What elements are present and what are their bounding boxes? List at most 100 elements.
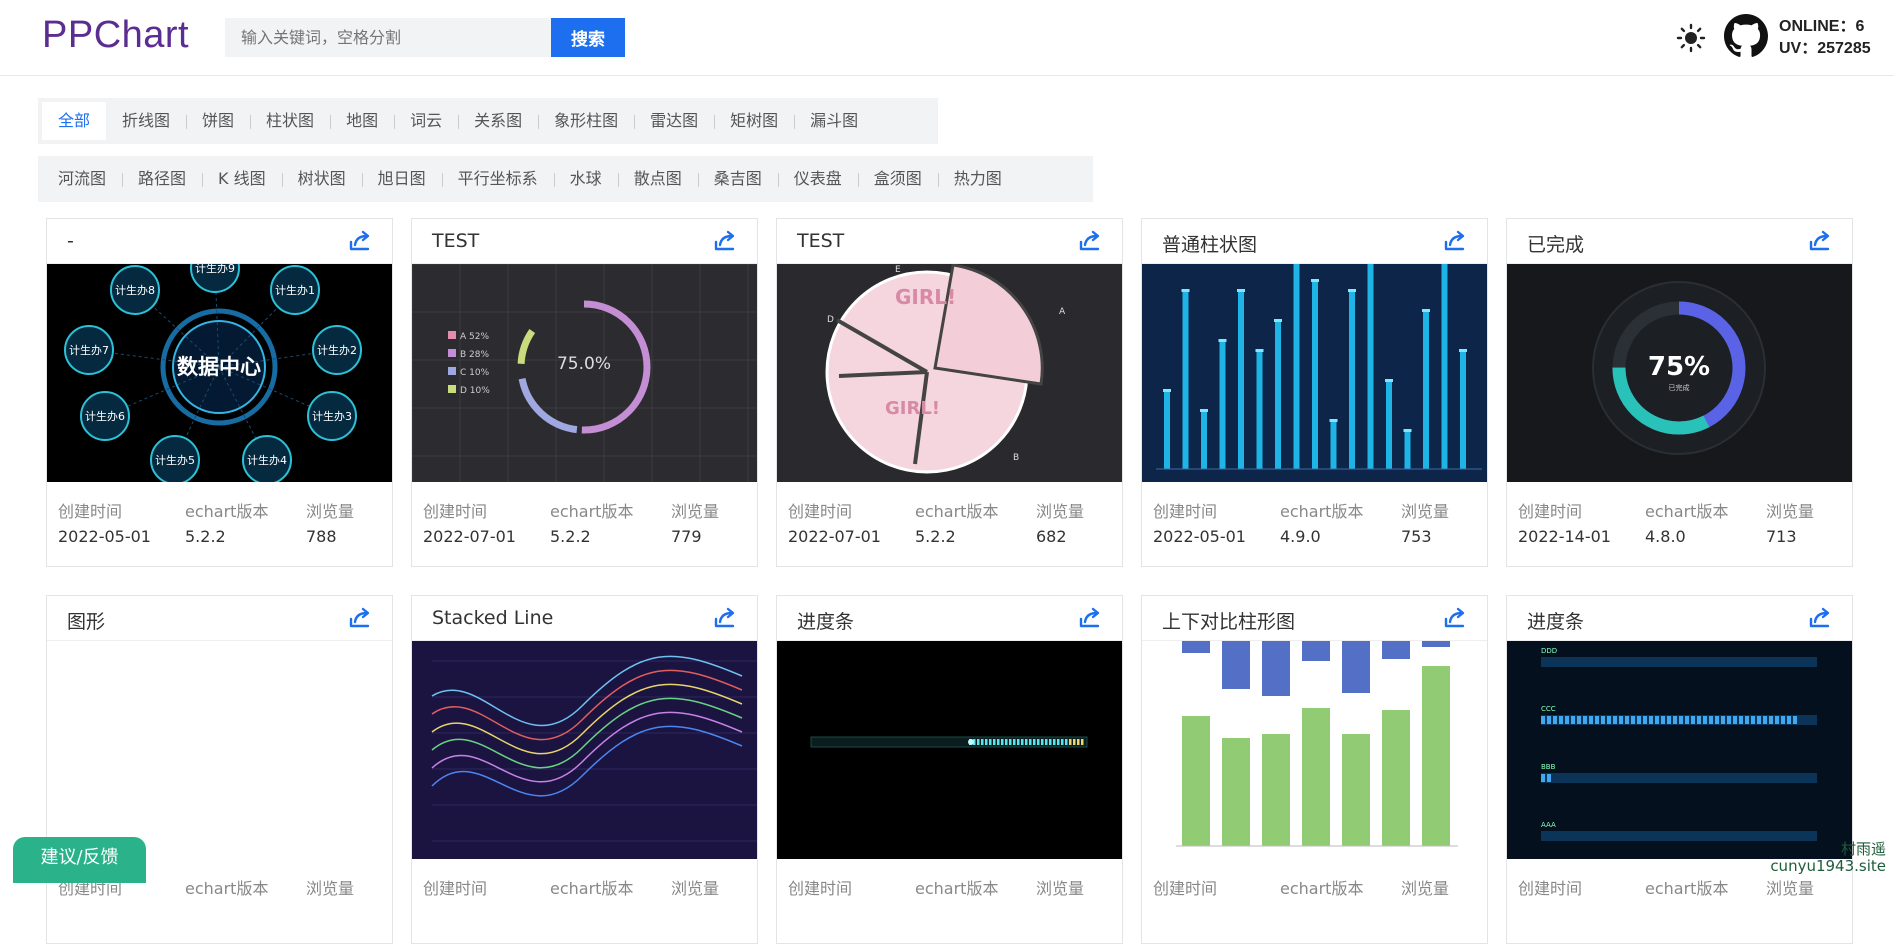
share-icon[interactable] xyxy=(713,230,737,252)
svg-text:计生办3: 计生办3 xyxy=(312,409,352,423)
chart-preview[interactable]: 75.0%A 52%B 28%C 10%D 10% xyxy=(412,264,757,482)
version-label: echart版本 xyxy=(1645,498,1728,522)
search-input[interactable] xyxy=(225,18,552,57)
views-value: 753 xyxy=(1401,527,1432,546)
svg-text:B 28%: B 28% xyxy=(460,350,489,360)
card-meta: 创建时间 echart版本 浏览量 2022-07-01 5.2.2 779 xyxy=(412,482,757,566)
views-label: 浏览量 xyxy=(671,498,719,522)
tab-item[interactable]: 柱状图 xyxy=(250,102,330,140)
share-icon[interactable] xyxy=(1443,230,1467,252)
tab-item[interactable]: 旭日图 xyxy=(362,160,442,198)
card-meta: 创建时间 echart版本 浏览量 xyxy=(412,859,757,943)
version-label: echart版本 xyxy=(1280,498,1363,522)
chart-card[interactable]: 进度条 DDDCCCBBBAAA 创建时间 echart版本 浏览量 xyxy=(1506,595,1853,944)
tab-item[interactable]: 平行坐标系 xyxy=(442,160,554,198)
chart-preview[interactable] xyxy=(412,641,757,859)
chart-card[interactable]: 已完成 75%已完成 创建时间 echart版本 浏览量 2022-14-01 … xyxy=(1506,218,1853,567)
svg-text:计生办8: 计生办8 xyxy=(115,283,155,297)
share-icon[interactable] xyxy=(713,607,737,629)
tab-item[interactable]: 水球 xyxy=(554,160,618,198)
chart-card[interactable]: 图形 创建时间 echart版本 浏览量 xyxy=(46,595,393,944)
svg-text:计生办5: 计生办5 xyxy=(155,453,195,467)
svg-text:计生办9: 计生办9 xyxy=(195,264,235,275)
tab-item[interactable]: 桑吉图 xyxy=(698,160,778,198)
svg-text:A: A xyxy=(1059,307,1066,317)
card-title: - xyxy=(67,230,74,252)
chart-card[interactable]: - 计生办9计生办1计生办2计生办3计生办4计生办5计生办6计生办7计生办8数据… xyxy=(46,218,393,567)
chart-preview[interactable]: 75%已完成 xyxy=(1507,264,1852,482)
card-meta: 创建时间 echart版本 浏览量 2022-07-01 5.2.2 682 xyxy=(777,482,1122,566)
tab-item[interactable]: 折线图 xyxy=(106,102,186,140)
share-icon[interactable] xyxy=(1808,230,1832,252)
tab-item[interactable]: 路径图 xyxy=(122,160,202,198)
share-icon[interactable] xyxy=(1078,230,1102,252)
tab-item[interactable]: 散点图 xyxy=(618,160,698,198)
svg-text:计生办6: 计生办6 xyxy=(85,409,125,423)
tab-item[interactable]: 漏斗图 xyxy=(794,102,874,140)
chart-preview[interactable] xyxy=(1142,264,1487,482)
version-value: 4.9.0 xyxy=(1280,527,1321,546)
chart-preview[interactable] xyxy=(1142,641,1487,859)
created-label: 创建时间 xyxy=(58,498,122,522)
chart-preview[interactable]: GIRL!GIRL!ABCDE xyxy=(777,264,1122,482)
chart-card[interactable]: 普通柱状图 创建时间 echart版本 浏览量 2022-05-01 4.9.0… xyxy=(1141,218,1488,567)
svg-text:E: E xyxy=(895,265,901,275)
chart-card[interactable]: 进度条 创建时间 echart版本 浏览量 xyxy=(776,595,1123,944)
version-label: echart版本 xyxy=(185,498,268,522)
tab-item[interactable]: 仪表盘 xyxy=(778,160,858,198)
card-header: TEST xyxy=(412,219,757,264)
created-value: 2022-05-01 xyxy=(1153,527,1246,546)
tab-item[interactable]: K 线图 xyxy=(202,160,282,198)
tab-item[interactable]: 地图 xyxy=(330,102,394,140)
share-icon[interactable] xyxy=(1808,607,1832,629)
chart-preview[interactable]: 计生办9计生办1计生办2计生办3计生办4计生办5计生办6计生办7计生办8数据中心 xyxy=(47,264,392,482)
search-button[interactable]: 搜索 xyxy=(551,18,625,57)
chart-preview[interactable] xyxy=(777,641,1122,859)
card-meta: 创建时间 echart版本 浏览量 xyxy=(777,859,1122,943)
chart-card[interactable]: 上下对比柱形图 创建时间 echart版本 浏览量 xyxy=(1141,595,1488,944)
tab-item[interactable]: 全部 xyxy=(42,102,106,140)
svg-text:计生办4: 计生办4 xyxy=(247,453,287,467)
tab-item[interactable]: 饼图 xyxy=(186,102,250,140)
svg-text:DDD: DDD xyxy=(1541,647,1557,655)
category-tabs-row1: 全部折线图饼图柱状图地图词云关系图象形柱图雷达图矩树图漏斗图 xyxy=(38,98,938,144)
chart-card[interactable]: Stacked Line 创建时间 echart版本 浏览量 xyxy=(411,595,758,944)
tab-item[interactable]: 词云 xyxy=(394,102,458,140)
theme-toggle-icon[interactable] xyxy=(1676,23,1706,53)
tab-item[interactable]: 盒须图 xyxy=(858,160,938,198)
chart-preview[interactable] xyxy=(47,641,392,859)
tab-item[interactable]: 河流图 xyxy=(42,160,122,198)
svg-text:AAA: AAA xyxy=(1541,821,1556,829)
tab-item[interactable]: 象形柱图 xyxy=(538,102,634,140)
svg-text:计生办1: 计生办1 xyxy=(275,283,315,297)
share-icon[interactable] xyxy=(1078,607,1102,629)
github-icon[interactable] xyxy=(1724,14,1768,58)
share-icon[interactable] xyxy=(348,230,372,252)
views-value: 713 xyxy=(1766,527,1797,546)
share-icon[interactable] xyxy=(1443,607,1467,629)
chart-preview[interactable]: DDDCCCBBBAAA xyxy=(1507,641,1852,859)
card-title: 图形 xyxy=(67,607,105,634)
card-meta: 创建时间 echart版本 浏览量 2022-14-01 4.8.0 713 xyxy=(1507,482,1852,566)
tab-item[interactable]: 热力图 xyxy=(938,160,1018,198)
created-value: 2022-07-01 xyxy=(423,527,516,546)
tab-item[interactable]: 关系图 xyxy=(458,102,538,140)
chart-card[interactable]: TEST GIRL!GIRL!ABCDE 创建时间 echart版本 浏览量 2… xyxy=(776,218,1123,567)
svg-text:B: B xyxy=(1013,453,1019,463)
version-label: echart版本 xyxy=(915,498,998,522)
svg-text:C: C xyxy=(845,423,851,433)
created-value: 2022-14-01 xyxy=(1518,527,1611,546)
card-header: 上下对比柱形图 xyxy=(1142,596,1487,641)
watermark-line-1: 村雨遥 xyxy=(1770,841,1886,858)
views-label: 浏览量 xyxy=(1036,498,1084,522)
share-icon[interactable] xyxy=(348,607,372,629)
tab-item[interactable]: 雷达图 xyxy=(634,102,714,140)
card-meta: 创建时间 echart版本 浏览量 2022-05-01 5.2.2 788 xyxy=(47,482,392,566)
card-header: 进度条 xyxy=(1507,596,1852,641)
tab-item[interactable]: 树状图 xyxy=(282,160,362,198)
feedback-button[interactable]: 建议/反馈 xyxy=(13,837,146,883)
card-title: TEST xyxy=(432,230,479,252)
chart-card[interactable]: TEST 75.0%A 52%B 28%C 10%D 10% 创建时间 echa… xyxy=(411,218,758,567)
tab-item[interactable]: 矩树图 xyxy=(714,102,794,140)
site-logo[interactable]: PPChart xyxy=(42,14,189,57)
